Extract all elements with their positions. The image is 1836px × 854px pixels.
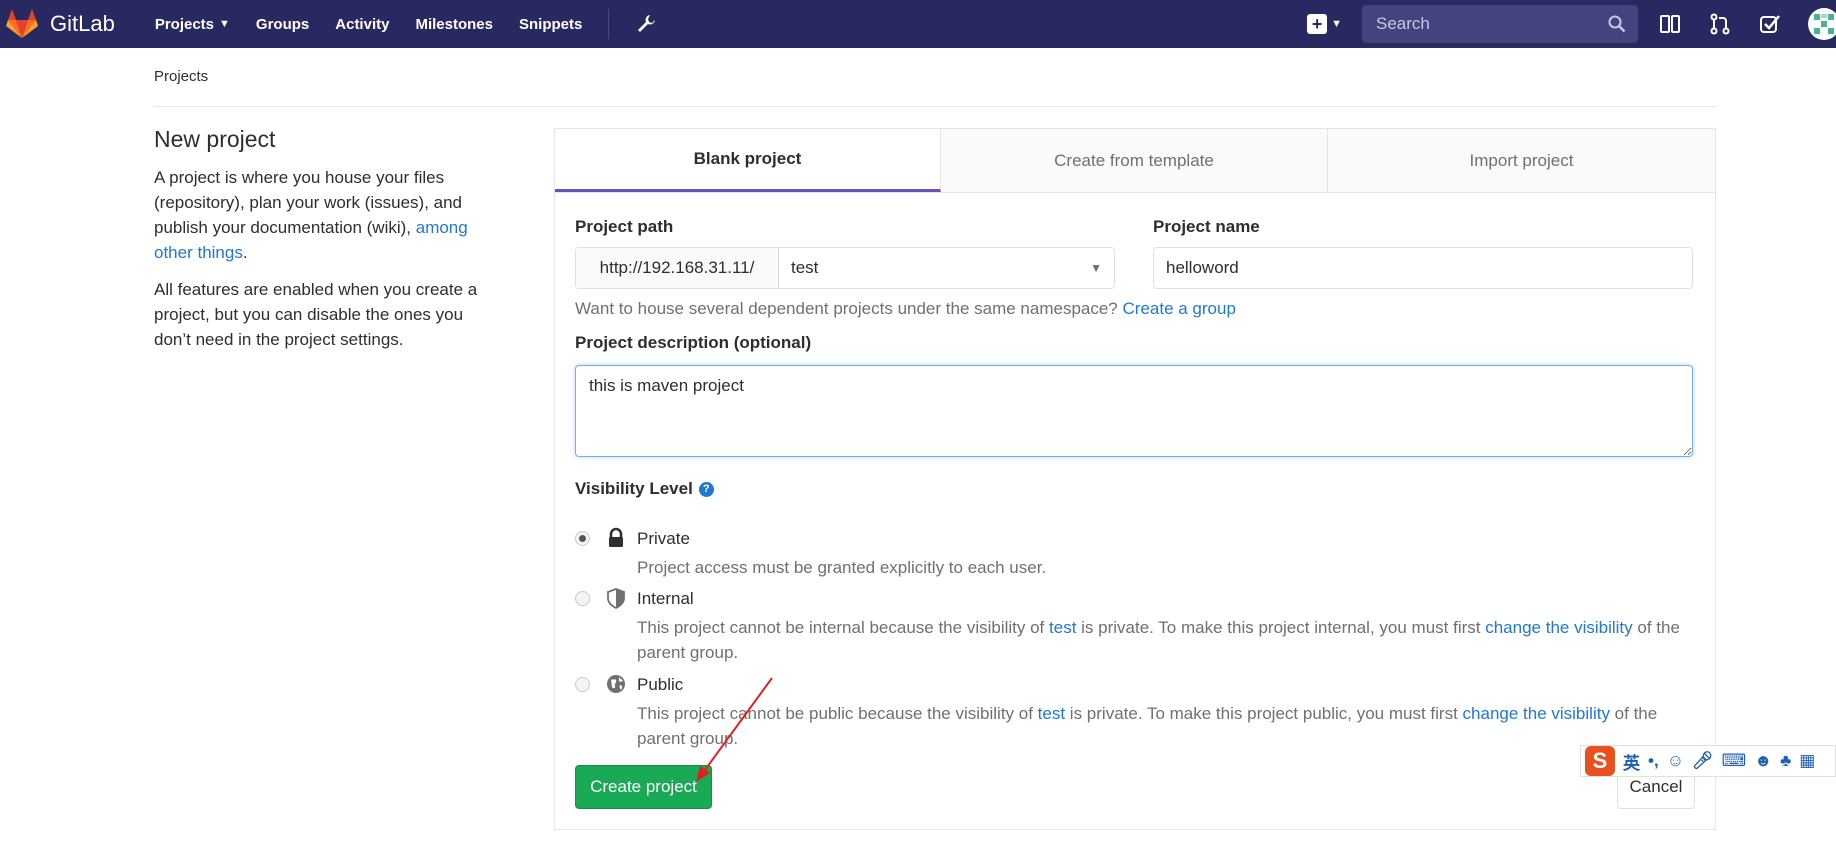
namespace-select[interactable]: test ▼ (779, 248, 1114, 288)
nav-projects-label: Projects (154, 15, 215, 33)
nav-divider (608, 9, 610, 39)
radio-internal[interactable] (575, 591, 590, 606)
namespace-help-text: Want to house several dependent projects… (575, 299, 1236, 319)
question-icon[interactable]: ? (698, 481, 714, 497)
visibility-level-label: Visibility Level ? (575, 479, 714, 499)
tab-blank-project[interactable]: Blank project (555, 129, 941, 192)
tab-create-from-template[interactable]: Create from template (941, 129, 1328, 192)
search-icon[interactable] (1608, 15, 1626, 33)
project-path-label: Project path (575, 217, 674, 236)
create-group-link[interactable]: Create a group (1123, 299, 1236, 318)
project-name-label: Project name (1153, 217, 1260, 236)
page-title: New project (154, 126, 276, 152)
chevron-down-icon: ▼ (1090, 261, 1102, 275)
breadcrumb-divider (154, 106, 1716, 107)
internal-title: Internal (637, 589, 694, 608)
globe-icon (607, 675, 625, 693)
ime-toolbar: S 英 •, ☺ 🎤︎ ⌨ ☻ ♣ ▦ (1580, 745, 1836, 777)
merge-request-icon[interactable] (1708, 12, 1732, 36)
skin-icon[interactable]: ♣ (1780, 751, 1791, 771)
path-prefix: http://192.168.31.11/ (576, 248, 779, 288)
nav-projects[interactable]: Projects ▼ (155, 16, 230, 33)
nav-groups[interactable]: Groups (256, 16, 309, 33)
keyboard-icon[interactable]: ⌨ (1722, 751, 1747, 771)
help-text: Want to house several dependent projects… (575, 299, 1123, 318)
intro-panel: New project A project is where you house… (154, 126, 494, 364)
user-avatar-icon (1814, 14, 1834, 34)
wrench-icon[interactable] (635, 13, 657, 35)
gitlab-logo-icon (6, 9, 38, 38)
private-title: Private (637, 529, 690, 548)
public-change-visibility-link[interactable]: change the visibility (1463, 704, 1610, 723)
brand[interactable]: GitLab (4, 6, 115, 42)
intro-text-end: . (242, 243, 248, 262)
project-description-input[interactable]: this is maven project (575, 365, 1693, 457)
brand-name: GitLab (50, 11, 115, 36)
public-desc: This project cannot be public because th… (637, 701, 1697, 751)
todo-icon[interactable] (1758, 12, 1782, 36)
visibility-private: Private Project access must be granted e… (575, 525, 1705, 585)
smiley-icon[interactable]: ☺ (1667, 751, 1684, 771)
top-navbar: GitLab Projects ▼ Groups Activity Milest… (0, 0, 1836, 48)
public-title: Public (637, 675, 684, 694)
internal-desc: This project cannot be internal because … (637, 615, 1697, 665)
project-name-input[interactable] (1153, 247, 1693, 289)
plus-icon: + (1307, 14, 1328, 34)
intro-paragraph-1: A project is where you house your files … (154, 165, 494, 265)
search-input[interactable] (1374, 13, 1594, 35)
internal-change-visibility-link[interactable]: change the visibility (1485, 618, 1632, 637)
sogou-logo-icon[interactable]: S (1585, 746, 1615, 776)
chevron-down-icon: ▼ (219, 18, 230, 30)
nav-milestones[interactable]: Milestones (415, 16, 493, 33)
new-dropdown-button[interactable]: + ▼ (1307, 14, 1342, 34)
namespace-value: test (791, 258, 819, 277)
chevron-down-icon: ▼ (1331, 18, 1342, 30)
nav-snippets[interactable]: Snippets (519, 16, 582, 33)
radio-private[interactable] (575, 531, 590, 546)
public-test-link[interactable]: test (1038, 704, 1065, 723)
annotation-arrow-icon (696, 677, 773, 782)
lock-icon (609, 527, 623, 547)
internal-test-link[interactable]: test (1049, 618, 1076, 637)
project-path-group: http://192.168.31.11/ test ▼ (575, 247, 1115, 289)
private-desc: Project access must be granted explicitl… (637, 558, 1047, 577)
user-settings-icon[interactable]: ☻ (1754, 751, 1772, 771)
shield-icon (607, 588, 625, 609)
radio-public[interactable] (575, 677, 590, 692)
internal-desc-a: This project cannot be internal because … (637, 618, 1050, 637)
ime-language-mode[interactable]: 英 (1623, 749, 1640, 774)
internal-desc-b: is private. To make this project interna… (1076, 618, 1486, 637)
ime-punctuation[interactable]: •, (1648, 751, 1659, 771)
intro-paragraph-2: All features are enabled when you create… (154, 280, 478, 349)
visibility-level-text: Visibility Level (575, 479, 693, 498)
project-tabs: Blank project Create from template Impor… (555, 129, 1715, 193)
search-box (1362, 5, 1638, 43)
sidebar-toggle-icon[interactable] (1658, 12, 1682, 36)
project-description-label: Project description (optional) (575, 333, 812, 352)
visibility-internal: Internal This project cannot be internal… (575, 585, 1705, 667)
tab-import-project[interactable]: Import project (1328, 129, 1715, 192)
grid-menu-icon[interactable]: ▦ (1799, 751, 1815, 771)
nav-right: + ▼ (1307, 0, 1836, 48)
public-desc-b: is private. To make this project public,… (1065, 704, 1463, 723)
nav-activity[interactable]: Activity (335, 16, 389, 33)
avatar[interactable] (1808, 8, 1836, 40)
nav-links: Projects ▼ Groups Activity Milestones Sn… (155, 9, 658, 39)
microphone-icon[interactable]: 🎤︎ (1692, 751, 1714, 771)
breadcrumb[interactable]: Projects (154, 68, 208, 85)
